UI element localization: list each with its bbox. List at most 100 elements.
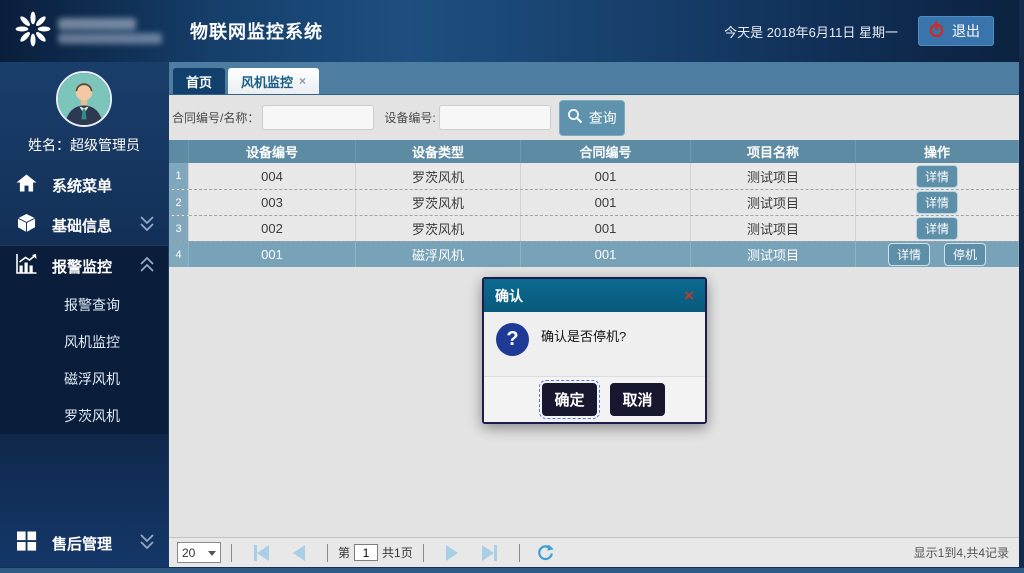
separator [327, 544, 328, 562]
user-block: 姓名：超级管理员 [0, 62, 168, 165]
table-row[interactable]: 1 004 罗茨风机 001 测试项目 详情 [169, 163, 1019, 189]
page-size-value: 20 [182, 546, 195, 560]
chevron-up-icon [138, 256, 156, 277]
logout-label: 退出 [952, 21, 980, 41]
pinwheel-logo-icon [14, 10, 52, 53]
cell-contract-no: 001 [521, 242, 691, 267]
tab-home[interactable]: 首页 [173, 68, 225, 94]
row-number: 1 [169, 163, 189, 189]
sidebar-item-system-menu[interactable]: 系统菜单 [0, 165, 168, 205]
sidebar-item-label: 报警监控 [52, 256, 112, 277]
table-row[interactable]: 2 003 罗茨风机 001 测试项目 详情 [169, 189, 1019, 215]
confirm-ok-button[interactable]: 确定 [542, 383, 597, 416]
logout-button[interactable]: 退出 [918, 16, 994, 46]
col-actions: 操作 [856, 140, 1019, 163]
detail-button[interactable]: 详情 [916, 165, 958, 188]
current-date-text: 今天是 2018年6月11日 星期一 [724, 22, 898, 41]
last-page-button[interactable] [482, 545, 497, 561]
sidebar-subitem-roots-fan[interactable]: 罗茨风机 [0, 397, 168, 434]
user-avatar [56, 71, 112, 127]
app-window: 物联网监控系统 今天是 2018年6月11日 星期一 退出 [0, 0, 1024, 573]
sidebar-subitem-maglev-fan[interactable]: 磁浮风机 [0, 360, 168, 397]
sidebar: 姓名：超级管理员 系统菜单 基础信息 [0, 62, 168, 573]
device-search-input[interactable] [439, 105, 551, 130]
sidebar-item-label: 售后管理 [52, 533, 112, 554]
company-logo [14, 10, 172, 53]
tab-label: 风机监控 [241, 72, 293, 91]
sidebar-item-basic-info[interactable]: 基础信息 [0, 205, 168, 245]
separator [231, 544, 232, 562]
sidebar-subitem-alarm-query[interactable]: 报警查询 [0, 286, 168, 323]
contract-search-label: 合同编号/名称： [172, 109, 259, 126]
sidebar-item-label: 基础信息 [52, 215, 112, 236]
detail-button[interactable]: 详情 [916, 217, 958, 240]
confirm-cancel-button[interactable]: 取消 [610, 383, 665, 416]
submenu-item-label: 报警查询 [64, 295, 120, 315]
cell-device-type: 磁浮风机 [356, 242, 521, 267]
row-number: 4 [169, 242, 189, 267]
question-mark-icon: ? [496, 323, 529, 356]
cell-device-no: 003 [189, 190, 356, 215]
tab-bar: 首页 风机监控 × [169, 62, 1019, 95]
records-summary: 显示1到4,共4记录 [914, 544, 1011, 561]
top-header-bar: 物联网监控系统 今天是 2018年6月11日 星期一 退出 [0, 0, 1024, 62]
first-page-button[interactable] [254, 545, 269, 561]
tab-fan-monitoring[interactable]: 风机监控 × [228, 68, 319, 94]
search-toolbar: 合同编号/名称： 设备编号: 查询 [169, 95, 1019, 140]
detail-button[interactable]: 详情 [888, 243, 930, 266]
separator [519, 544, 520, 562]
query-button-label: 查询 [589, 108, 617, 128]
table-header-row: 设备编号 设备类型 合同编号 项目名称 操作 [169, 140, 1019, 163]
page-total-label: 共1页 [382, 544, 413, 561]
col-project-name: 项目名称 [691, 140, 856, 163]
sidebar-subitem-fan-monitoring[interactable]: 风机监控 [0, 323, 168, 360]
cell-contract-no: 001 [521, 163, 691, 189]
confirm-dialog: 确认 × ? 确认是否停机? 确定 取消 [482, 277, 707, 424]
page-number-input[interactable] [354, 544, 378, 561]
tab-close-icon[interactable]: × [299, 74, 306, 88]
sidebar-item-alarm-monitoring[interactable]: 报警监控 [0, 246, 168, 286]
cube-icon [15, 212, 38, 238]
table-row[interactable]: 3 002 罗茨风机 001 测试项目 详情 [169, 215, 1019, 241]
power-icon [928, 21, 945, 41]
chevron-down-icon [138, 533, 156, 554]
pagination-bar: 20 第 共1页 [169, 537, 1019, 567]
sidebar-item-aftersales[interactable]: 售后管理 [0, 523, 168, 563]
cell-device-no: 002 [189, 216, 356, 241]
submenu-item-label: 罗茨风机 [64, 406, 120, 426]
dialog-body: ? 确认是否停机? [484, 312, 705, 376]
contract-search-input[interactable] [262, 105, 374, 130]
dialog-close-icon[interactable]: × [684, 287, 694, 304]
tab-label: 首页 [186, 72, 212, 91]
dialog-title-bar: 确认 × [484, 279, 705, 312]
cell-device-type: 罗茨风机 [356, 163, 521, 189]
user-name-label: 姓名：超级管理员 [0, 135, 168, 155]
cell-contract-no: 001 [521, 190, 691, 215]
dialog-footer: 确定 取消 [484, 376, 705, 422]
cell-project-name: 测试项目 [691, 216, 856, 241]
separator [423, 544, 424, 562]
col-contract-no: 合同编号 [521, 140, 691, 163]
cell-device-no: 001 [189, 242, 356, 267]
cell-device-no: 004 [189, 163, 356, 189]
page-title: 物联网监控系统 [190, 18, 323, 44]
caret-down-icon [208, 551, 216, 556]
detail-button[interactable]: 详情 [916, 191, 958, 214]
cell-device-type: 罗茨风机 [356, 190, 521, 215]
submenu-item-label: 风机监控 [64, 332, 120, 352]
dialog-title: 确认 [495, 286, 523, 306]
refresh-button[interactable] [536, 544, 554, 562]
chevron-down-icon [138, 215, 156, 236]
query-button[interactable]: 查询 [559, 100, 625, 136]
page-size-select[interactable]: 20 [177, 542, 221, 563]
company-name-redacted [58, 18, 162, 44]
dialog-message: 确认是否停机? [541, 326, 626, 345]
grid-icon [15, 530, 38, 556]
stop-machine-button[interactable]: 停机 [944, 243, 986, 266]
window-right-frame [1019, 0, 1024, 573]
page-prefix-label: 第 [338, 544, 350, 561]
next-page-button[interactable] [446, 545, 458, 561]
previous-page-button[interactable] [293, 545, 305, 561]
table-row-selected[interactable]: 4 001 磁浮风机 001 测试项目 详情 停机 [169, 241, 1019, 267]
cell-project-name: 测试项目 [691, 190, 856, 215]
